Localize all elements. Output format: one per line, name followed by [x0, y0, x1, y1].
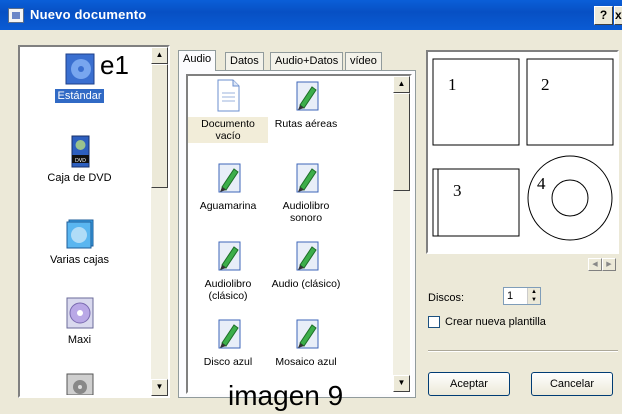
case-item-dvd[interactable]: DVD Caja de DVD — [22, 135, 137, 185]
template-icon — [212, 239, 244, 273]
template-item[interactable]: Disco azul — [188, 317, 268, 369]
app-icon — [8, 8, 24, 23]
tab-audio[interactable]: Audio — [178, 50, 217, 71]
dvd-case-icon: DVD — [65, 135, 95, 168]
scroll-down-button[interactable]: ▼ — [151, 379, 168, 396]
template-item[interactable]: Audiolibro (clásico) — [188, 239, 268, 303]
template-label: Mosaico azul — [275, 356, 337, 368]
template-list-scrollbar[interactable]: ▲ ▼ — [393, 76, 410, 392]
layout-preview: 1 2 3 4 — [426, 50, 619, 254]
template-label: Audio (clásico) — [271, 278, 341, 290]
scroll-down-button[interactable]: ▼ — [393, 375, 410, 392]
scroll-thumb[interactable] — [393, 93, 410, 191]
preview-right-button[interactable]: ▶ — [602, 258, 616, 271]
case-item-label: Caja de DVD — [47, 172, 112, 184]
case-item-label: Varias cajas — [49, 254, 110, 266]
tab-video[interactable]: vídeo — [345, 52, 382, 70]
template-label: Audiolibro sonoro — [282, 200, 330, 224]
discos-label: Discos: — [428, 292, 465, 304]
template-item[interactable]: Aguamarina — [188, 161, 268, 213]
new-template-checkbox[interactable] — [428, 316, 440, 328]
discos-stepper[interactable]: 1 ▲ ▼ — [503, 287, 541, 305]
template-label: Disco azul — [203, 356, 253, 368]
tab-datos[interactable]: Datos — [225, 52, 264, 70]
maxi-disc-icon — [65, 297, 95, 329]
preview-scroll-buttons: ◀ ▶ — [588, 258, 616, 271]
template-list[interactable]: Documento vacío Rutas aéreas Aguamarina — [186, 74, 412, 394]
template-label: Rutas aéreas — [274, 118, 338, 130]
divider — [428, 350, 618, 352]
spin-buttons[interactable]: ▲ ▼ — [527, 288, 540, 304]
spin-down-icon[interactable]: ▼ — [528, 296, 540, 304]
annotation-imagen: imagen 9 — [228, 380, 344, 411]
annotation-e1: e1 — [100, 50, 129, 80]
cd-case-icon — [65, 53, 95, 85]
template-item[interactable]: Rutas aéreas — [266, 79, 346, 131]
close-button[interactable]: x — [614, 6, 622, 25]
tab-audio-datos[interactable]: Audio+Datos — [270, 52, 344, 70]
case-item-disc[interactable] — [22, 373, 137, 405]
new-template-label: Crear nueva plantilla — [445, 316, 546, 328]
scroll-thumb[interactable] — [151, 64, 168, 188]
case-item-varias[interactable]: Varias cajas — [22, 217, 137, 267]
accept-button[interactable]: Aceptar — [428, 372, 510, 396]
preview-diagram: 1 2 3 4 — [432, 58, 614, 241]
new-document-dialog: Nuevo documento ? x Estándar DVD Caja de… — [0, 0, 622, 414]
case-item-label: Maxi — [67, 334, 92, 346]
window-title: Nuevo documento — [30, 7, 147, 22]
scroll-up-button[interactable]: ▲ — [393, 76, 410, 93]
template-icon — [212, 161, 244, 195]
case-item-maxi[interactable]: Maxi — [22, 297, 137, 347]
multi-case-icon — [65, 217, 95, 249]
template-label: Documento vacío — [188, 117, 268, 143]
preview-label-1: 1 — [448, 75, 457, 94]
preview-label-2: 2 — [541, 75, 550, 94]
left-list-scrollbar[interactable]: ▲ ▼ — [151, 47, 168, 396]
help-button[interactable]: ? — [594, 6, 613, 25]
tab-panel: Documento vacío Rutas aéreas Aguamarina — [178, 70, 416, 398]
preview-left-button[interactable]: ◀ — [588, 258, 602, 271]
case-item-label: Estándar — [55, 89, 104, 103]
template-label: Audiolibro (clásico) — [204, 278, 252, 302]
blank-document-icon — [212, 79, 244, 113]
template-item[interactable]: Audiolibro sonoro — [266, 161, 346, 225]
template-icon — [212, 317, 244, 351]
title-bar: Nuevo documento ? x — [0, 0, 622, 30]
cancel-button[interactable]: Cancelar — [531, 372, 613, 396]
template-icon — [290, 161, 322, 195]
disc-icon — [65, 373, 95, 405]
template-label: Aguamarina — [199, 200, 257, 212]
spin-up-icon[interactable]: ▲ — [528, 288, 540, 296]
case-type-list[interactable]: Estándar DVD Caja de DVD Varias cajas Ma… — [18, 45, 170, 398]
template-item[interactable]: Audio (clásico) — [266, 239, 346, 291]
template-item[interactable]: Documento vacío — [188, 79, 268, 143]
template-icon — [290, 317, 322, 351]
preview-label-4: 4 — [537, 174, 546, 193]
preview-label-3: 3 — [453, 181, 462, 200]
template-item[interactable]: Mosaico azul — [266, 317, 346, 369]
new-template-option[interactable]: Crear nueva plantilla — [428, 316, 546, 328]
discos-value: 1 — [507, 290, 514, 302]
template-icon — [290, 79, 322, 113]
scroll-up-button[interactable]: ▲ — [151, 47, 168, 64]
template-icon — [290, 239, 322, 273]
svg-text:DVD: DVD — [74, 158, 85, 164]
